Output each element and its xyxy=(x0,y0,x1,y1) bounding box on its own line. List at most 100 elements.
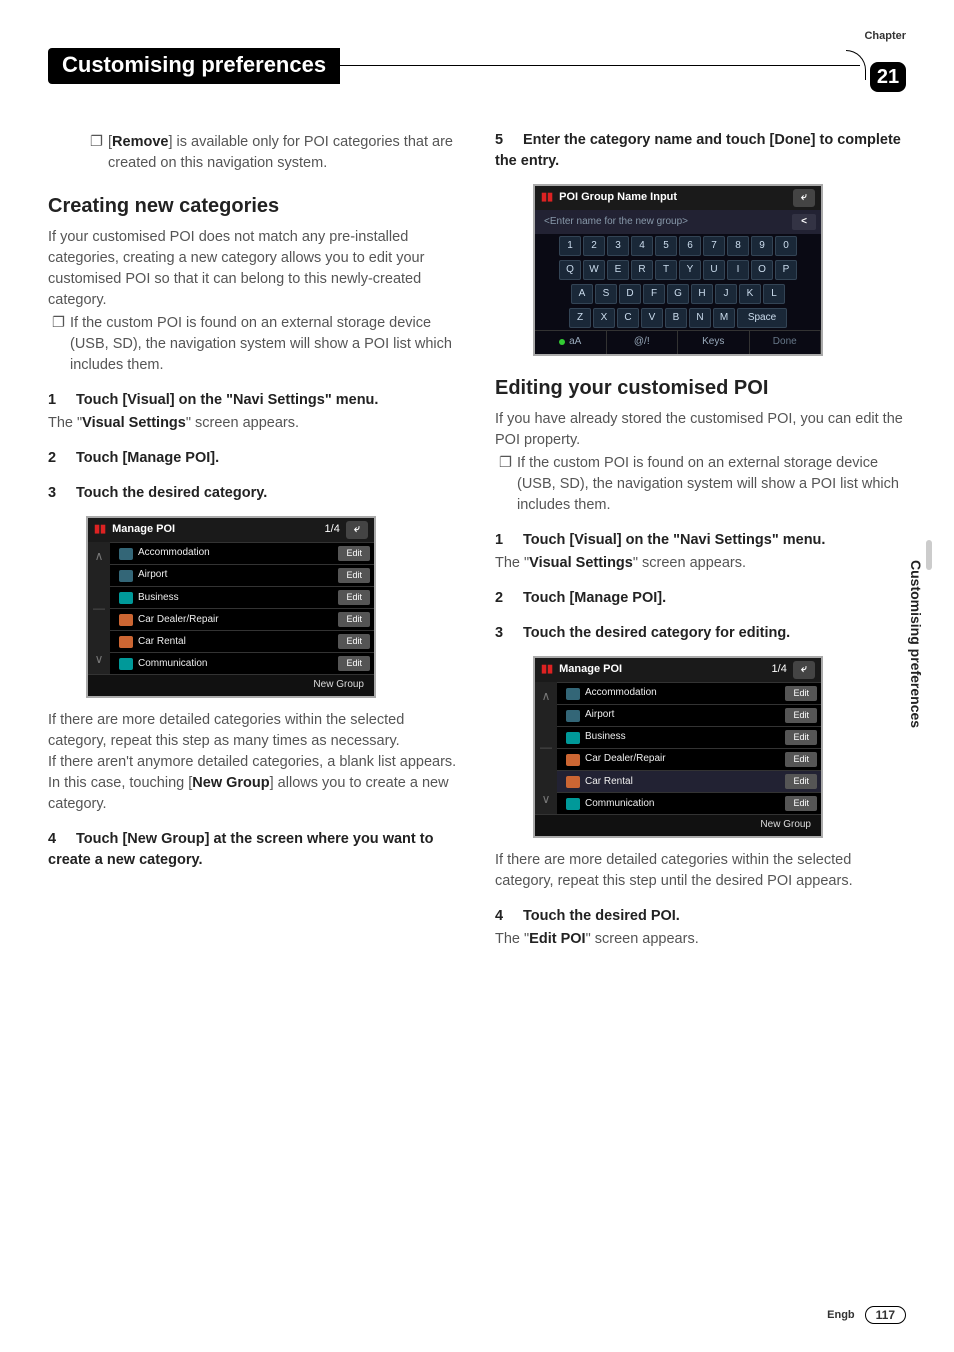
key[interactable]: R xyxy=(631,260,653,280)
bullet-square-icon: ❐ xyxy=(495,453,517,516)
list-item[interactable]: BusinessEdit xyxy=(557,726,821,748)
key[interactable]: M xyxy=(713,308,735,328)
key[interactable]: U xyxy=(703,260,725,280)
edit-button[interactable]: Edit xyxy=(338,568,370,583)
list-item[interactable]: AccommodationEdit xyxy=(110,542,374,564)
key[interactable]: 6 xyxy=(679,236,701,256)
new-group-button[interactable]: New Group xyxy=(535,814,821,836)
new-group-button[interactable]: New Group xyxy=(88,674,374,696)
key[interactable]: 2 xyxy=(583,236,605,256)
key[interactable]: S xyxy=(595,284,617,304)
key[interactable]: B xyxy=(665,308,687,328)
edit-button[interactable]: Edit xyxy=(785,796,817,811)
key[interactable]: A xyxy=(571,284,593,304)
key[interactable]: W xyxy=(583,260,605,280)
paragraph: If there aren't anymore detailed categor… xyxy=(48,752,459,815)
scrollbar[interactable]: ∧ — ∨ xyxy=(88,542,110,674)
list-item[interactable]: Car RentalEdit xyxy=(557,770,821,792)
scroll-up-icon[interactable]: ∧ xyxy=(95,548,104,565)
key-case-toggle[interactable]: aA xyxy=(535,331,607,354)
scroll-up-icon[interactable]: ∧ xyxy=(542,688,551,705)
key[interactable]: C xyxy=(617,308,639,328)
scroll-down-icon[interactable]: ∨ xyxy=(95,651,104,668)
list-item[interactable]: AccommodationEdit xyxy=(557,682,821,704)
keyboard-row-1: 1 2 3 4 5 6 7 8 9 0 xyxy=(535,234,821,258)
poi-icon: ▮▮ xyxy=(94,522,106,538)
key[interactable]: 8 xyxy=(727,236,749,256)
key[interactable]: L xyxy=(763,284,785,304)
header-curve xyxy=(846,50,866,80)
key[interactable]: 5 xyxy=(655,236,677,256)
key[interactable]: H xyxy=(691,284,713,304)
key[interactable]: E xyxy=(607,260,629,280)
key[interactable]: Q xyxy=(559,260,581,280)
paragraph: If your customised POI does not match an… xyxy=(48,227,459,311)
page-title: Customising preferences xyxy=(48,48,340,84)
keyboard-row-2: Q W E R T Y U I O P xyxy=(535,258,821,282)
key[interactable]: 1 xyxy=(559,236,581,256)
edit-button[interactable]: Edit xyxy=(785,774,817,789)
list-item[interactable]: CommunicationEdit xyxy=(110,652,374,674)
edit-button[interactable]: Edit xyxy=(338,656,370,671)
keyboard-row-3: A S D F G H J K L xyxy=(535,282,821,306)
key[interactable]: Z xyxy=(569,308,591,328)
step-5: 5Enter the category name and touch [Done… xyxy=(495,130,906,172)
poi-icon: ▮▮ xyxy=(541,662,553,678)
key[interactable]: 4 xyxy=(631,236,653,256)
back-icon[interactable]: ⤶ xyxy=(793,661,815,679)
step-3b: 3Touch the desired category for editing. xyxy=(495,623,906,644)
edit-button[interactable]: Edit xyxy=(338,590,370,605)
screenshot-manage-poi-2: ▮▮ Manage POI 1/4 ⤶ ∧ — ∨ AccommodationE… xyxy=(533,656,823,838)
name-input[interactable]: <Enter name for the new group> xyxy=(540,213,792,232)
key[interactable]: K xyxy=(739,284,761,304)
list-item[interactable]: Car Dealer/RepairEdit xyxy=(557,748,821,770)
key[interactable]: 3 xyxy=(607,236,629,256)
key[interactable]: F xyxy=(643,284,665,304)
key[interactable]: P xyxy=(775,260,797,280)
edit-button[interactable]: Edit xyxy=(785,686,817,701)
key-space[interactable]: Space xyxy=(737,308,787,328)
list-item[interactable]: AirportEdit xyxy=(110,564,374,586)
side-tab-marker xyxy=(926,540,932,570)
paragraph: If there are more detailed categories wi… xyxy=(495,850,906,892)
list-item[interactable]: Car Dealer/RepairEdit xyxy=(110,608,374,630)
back-icon[interactable]: ⤶ xyxy=(346,521,368,539)
edit-button[interactable]: Edit xyxy=(338,634,370,649)
key[interactable]: 9 xyxy=(751,236,773,256)
screenshot-manage-poi-1: ▮▮ Manage POI 1/4 ⤶ ∧ — ∨ AccommodationE… xyxy=(86,516,376,698)
back-icon[interactable]: ⤶ xyxy=(793,189,815,207)
key-done[interactable]: Done xyxy=(750,331,822,354)
key-symbols[interactable]: @/! xyxy=(607,331,679,354)
edit-button[interactable]: Edit xyxy=(785,730,817,745)
key-keys[interactable]: Keys xyxy=(678,331,750,354)
key[interactable]: J xyxy=(715,284,737,304)
key[interactable]: Y xyxy=(679,260,701,280)
key[interactable]: G xyxy=(667,284,689,304)
edit-button[interactable]: Edit xyxy=(785,752,817,767)
key[interactable]: X xyxy=(593,308,615,328)
key[interactable]: O xyxy=(751,260,773,280)
key[interactable]: 7 xyxy=(703,236,725,256)
language-code: Engb xyxy=(827,1309,855,1321)
backspace-icon[interactable]: < xyxy=(792,214,816,231)
key[interactable]: D xyxy=(619,284,641,304)
list-item[interactable]: Car RentalEdit xyxy=(110,630,374,652)
edit-button[interactable]: Edit xyxy=(338,546,370,561)
list-item[interactable]: CommunicationEdit xyxy=(557,792,821,814)
key[interactable]: I xyxy=(727,260,749,280)
edit-button[interactable]: Edit xyxy=(338,612,370,627)
list-item[interactable]: AirportEdit xyxy=(557,704,821,726)
edit-button[interactable]: Edit xyxy=(785,708,817,723)
key[interactable]: N xyxy=(689,308,711,328)
key[interactable]: T xyxy=(655,260,677,280)
list-item[interactable]: BusinessEdit xyxy=(110,586,374,608)
note-remove: ❐ [Remove] is available only for POI cat… xyxy=(48,132,459,174)
scroll-down-icon[interactable]: ∨ xyxy=(542,791,551,808)
page-header: Chapter Customising preferences 21 xyxy=(48,30,906,90)
shot-page-indicator: 1/4 xyxy=(772,662,787,678)
key[interactable]: V xyxy=(641,308,663,328)
scrollbar[interactable]: ∧ — ∨ xyxy=(535,682,557,814)
right-column: 5Enter the category name and touch [Done… xyxy=(495,130,906,950)
bullet-square-icon: ❐ xyxy=(48,313,70,376)
key[interactable]: 0 xyxy=(775,236,797,256)
